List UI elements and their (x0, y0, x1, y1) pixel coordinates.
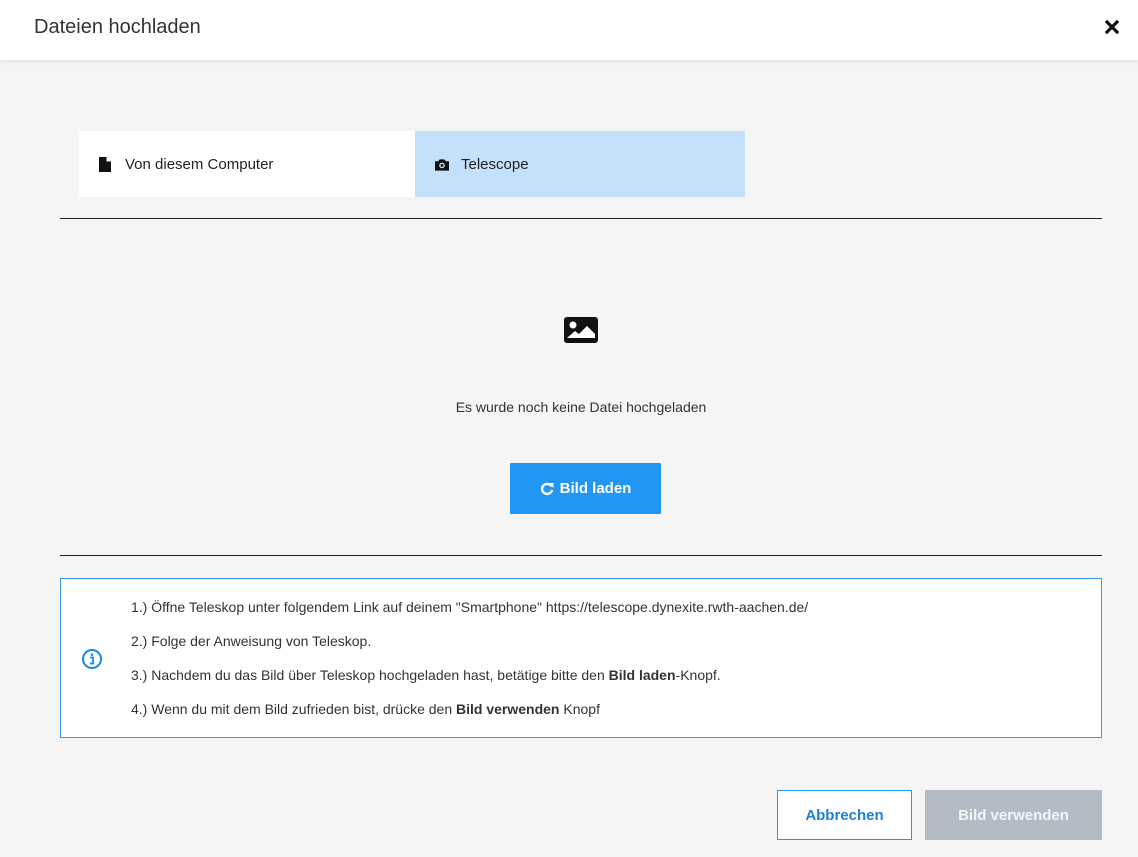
tab-telescope[interactable]: Telescope (415, 131, 745, 197)
reload-icon (540, 482, 554, 496)
tab-label: Telescope (461, 155, 529, 173)
instruction-step-4: 4.) Wenn du mit dem Bild zufrieden bist,… (131, 695, 808, 729)
close-button[interactable] (1100, 15, 1124, 39)
camera-icon (435, 156, 449, 172)
instruction-step-3: 3.) Nachdem du das Bild über Teleskop ho… (131, 661, 808, 695)
load-button-label: Bild laden (559, 480, 632, 497)
tab-von-diesem-computer[interactable]: Von diesem Computer (79, 131, 415, 197)
image-icon (564, 317, 598, 343)
step-emphasis: Bild laden (608, 667, 676, 683)
tab-label: Von diesem Computer (125, 155, 274, 173)
instruction-step-2: 2.) Folge der Anweisung von Teleskop. (131, 633, 372, 649)
load-image-button[interactable]: Bild laden (510, 463, 661, 514)
dialog-title: Dateien hochladen (34, 16, 201, 38)
close-icon (1104, 19, 1120, 35)
divider-top (60, 218, 1102, 219)
instruction-list: 1.) Öffne Teleskop unter folgendem Link … (131, 593, 808, 729)
divider-bottom (60, 555, 1102, 556)
step-text: Knopf (559, 701, 600, 717)
instructions-box: 1.) Öffne Teleskop unter folgendem Link … (60, 578, 1102, 738)
upload-dialog: Dateien hochladen Von diesem Computer Te… (0, 0, 1138, 857)
dialog-header: Dateien hochladen (0, 0, 1138, 60)
step-text: -Knopf. (675, 667, 721, 683)
instruction-step-1: 1.) Öffne Teleskop unter folgendem Link … (131, 599, 809, 615)
step-emphasis: Bild verwenden (456, 701, 560, 717)
cancel-button[interactable]: Abbrechen (777, 790, 912, 840)
step-text: 3.) Nachdem du das Bild über Teleskop ho… (131, 667, 609, 683)
step-text: 4.) Wenn du mit dem Bild zufrieden bist,… (131, 701, 457, 717)
file-icon (99, 156, 113, 172)
info-icon (82, 649, 102, 669)
empty-upload-message: Es wurde noch keine Datei hochgeladen (455, 399, 707, 415)
source-tabs: Von diesem Computer Telescope (79, 131, 745, 197)
use-image-button[interactable]: Bild verwenden (925, 790, 1102, 840)
